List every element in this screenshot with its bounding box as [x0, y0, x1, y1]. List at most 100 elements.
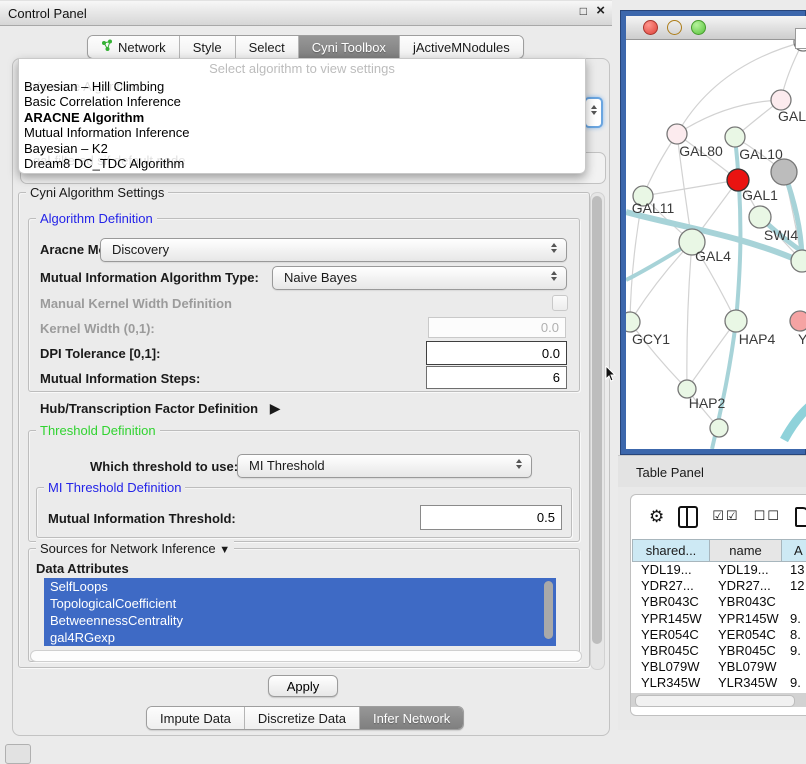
- table-row[interactable]: YDL19...YDL19...13: [633, 562, 806, 578]
- kernel-width-field: [428, 317, 566, 338]
- table-row[interactable]: YPR145WYPR145W9.: [633, 611, 806, 627]
- close-traffic-light[interactable]: [643, 20, 658, 35]
- node-label-swi4: SWI4: [764, 227, 798, 243]
- network-node-gcy1[interactable]: [626, 312, 640, 332]
- control-panel-title: Control Panel: [8, 6, 87, 21]
- network-window-titlebar: [626, 16, 806, 40]
- checked-columns-icon[interactable]: ☑☑: [712, 509, 739, 524]
- attribute-item-selfloops[interactable]: SelfLoops: [44, 578, 556, 595]
- control-panel-titlebar: Control Panel □ ×: [0, 0, 612, 26]
- table-window: ⚙ ☑☑ ☐☐ shared...nameA YDL19...YDL19...1…: [630, 494, 806, 716]
- settings-scrollbar-thumb[interactable]: [592, 196, 602, 644]
- attributes-hscrollbar[interactable]: [30, 650, 582, 662]
- table-row[interactable]: YBL079WYBL079W: [633, 659, 806, 675]
- algorithm-option-bayesian-hill-climbing[interactable]: Bayesian – Hill Climbing: [19, 79, 585, 94]
- table-row[interactable]: YBR043CYBR043C: [633, 594, 806, 610]
- node-label-gal1: GAL1: [742, 187, 778, 203]
- mi-type-combo[interactable]: Naive Bayes: [272, 266, 567, 290]
- which-threshold-combo[interactable]: MI Threshold: [237, 454, 532, 478]
- aracne-mode-combo[interactable]: Discovery: [100, 238, 567, 262]
- algorithm-option-dream8-dc-tdc-algorithm[interactable]: Dream8 DC_TDC Algorithm: [19, 156, 585, 171]
- network-node[interactable]: [771, 159, 797, 185]
- network-node[interactable]: [710, 419, 728, 437]
- network-icon: [101, 39, 113, 55]
- tab-jactivemnodules[interactable]: jActiveMNodules: [400, 36, 523, 58]
- dropdown-prompt: Select algorithm to view settings: [19, 59, 585, 79]
- table-row[interactable]: YDR27...YDR27...12: [633, 578, 806, 594]
- table-cell: YPR145W: [710, 611, 782, 627]
- disclosure-down-icon: ▼: [219, 544, 230, 556]
- table-cell: 13: [782, 562, 806, 578]
- network-node[interactable]: [791, 250, 806, 272]
- table-cell: 9.: [782, 675, 806, 691]
- close-window-button[interactable]: ×: [596, 2, 605, 19]
- dpi-tolerance-label: DPI Tolerance [0,1]:: [40, 346, 160, 361]
- algorithm-option-mutual-information-inference[interactable]: Mutual Information Inference: [19, 125, 585, 140]
- table-row[interactable]: YLR345WYLR345W9.: [633, 675, 806, 691]
- manual-kernel-checkbox: [552, 295, 568, 311]
- tab-infer-network[interactable]: Infer Network: [360, 707, 463, 729]
- network-node-gal[interactable]: [771, 90, 791, 110]
- column-header-shared[interactable]: shared...: [632, 539, 710, 562]
- table-cell: YBL079W: [633, 659, 710, 675]
- document-icon[interactable]: [795, 507, 806, 527]
- zoom-traffic-light[interactable]: [691, 20, 706, 35]
- network-node-y[interactable]: [790, 311, 806, 331]
- gear-icon[interactable]: ⚙: [649, 507, 664, 527]
- mi-type-value: Naive Bayes: [284, 270, 357, 285]
- mi-threshold-label: Mutual Information Threshold:: [48, 511, 236, 526]
- tab-network[interactable]: Network: [88, 36, 180, 58]
- mi-steps-field[interactable]: [426, 366, 567, 389]
- algorithm-option-basic-correlation-inference[interactable]: Basic Correlation Inference: [19, 94, 585, 109]
- table-cell: YDR27...: [633, 578, 710, 594]
- float-window-button[interactable]: □: [580, 4, 587, 18]
- tab-cyni-toolbox[interactable]: Cyni Toolbox: [299, 36, 400, 58]
- network-node-swi4[interactable]: [749, 206, 771, 228]
- attribute-item-betweennesscentrality[interactable]: BetweennessCentrality: [44, 612, 556, 629]
- tab-impute-data[interactable]: Impute Data: [147, 707, 245, 729]
- attribute-item-gal4rgexp[interactable]: gal4RGexp: [44, 629, 556, 646]
- table-header-row: shared...nameA: [633, 539, 806, 562]
- aracne-mode-value: Discovery: [112, 242, 169, 257]
- table-hscrollbar-thumb[interactable]: [635, 695, 795, 707]
- apply-button[interactable]: Apply: [268, 675, 338, 697]
- attributes-scrollbar-thumb[interactable]: [544, 581, 553, 639]
- minimized-panel-button[interactable]: [5, 744, 31, 764]
- tab-select[interactable]: Select: [236, 36, 299, 58]
- network-node-hap4[interactable]: [725, 310, 747, 332]
- column-header-a[interactable]: A: [781, 539, 806, 562]
- table-row[interactable]: YBR045CYBR045C9.: [633, 643, 806, 659]
- column-header-name[interactable]: name: [709, 539, 782, 562]
- minimize-traffic-light[interactable]: [667, 20, 682, 35]
- column-view-icon[interactable]: [678, 506, 698, 528]
- table-cell: 12: [782, 578, 806, 594]
- mi-threshold-field[interactable]: [420, 505, 562, 530]
- hub-definition-disclosure[interactable]: Hub/Transcription Factor Definition ▶: [40, 400, 281, 417]
- algorithm-option-bayesian-k2[interactable]: Bayesian – K2: [19, 141, 585, 156]
- table-cell: YER054C: [710, 627, 782, 643]
- which-threshold-label: Which threshold to use:: [90, 459, 238, 474]
- mi-threshold-group-title: MI Threshold Definition: [44, 480, 185, 495]
- network-canvas[interactable]: GALGAL80GAL10GAL1GAL11SWI4GAL4GCY1HAP4YH…: [626, 40, 806, 449]
- network-node-gal10[interactable]: [725, 127, 745, 147]
- network-node-gal80[interactable]: [667, 124, 687, 144]
- table-row[interactable]: YER054CYER054C8.: [633, 627, 806, 643]
- table-cell: YBL079W: [710, 659, 782, 675]
- attribute-item-topologicalcoefficient[interactable]: TopologicalCoefficient: [44, 595, 556, 612]
- mi-type-label: Mutual Information Algorithm Type:: [40, 270, 259, 285]
- tab-style[interactable]: Style: [180, 36, 236, 58]
- focused-combo-fragment: [584, 97, 603, 128]
- table-cell: YDL19...: [633, 562, 710, 578]
- manual-kernel-label: Manual Kernel Width Definition: [40, 296, 232, 311]
- table-cell: 8.: [782, 627, 806, 643]
- algorithm-option-aracne-algorithm[interactable]: ARACNE Algorithm: [19, 110, 585, 125]
- cyni-bottom-tabbar: Impute DataDiscretize DataInfer Network: [146, 706, 464, 730]
- table-cell: YER054C: [633, 627, 710, 643]
- sources-group-title[interactable]: Sources for Network Inference ▼: [36, 541, 234, 556]
- combo-arrows-icon: [551, 243, 558, 253]
- tab-discretize-data[interactable]: Discretize Data: [245, 707, 360, 729]
- table-cell: YBR043C: [710, 594, 782, 610]
- table-cell: 9.: [782, 611, 806, 627]
- unchecked-columns-icon[interactable]: ☐☐: [754, 509, 781, 524]
- dpi-tolerance-field[interactable]: [426, 341, 567, 365]
